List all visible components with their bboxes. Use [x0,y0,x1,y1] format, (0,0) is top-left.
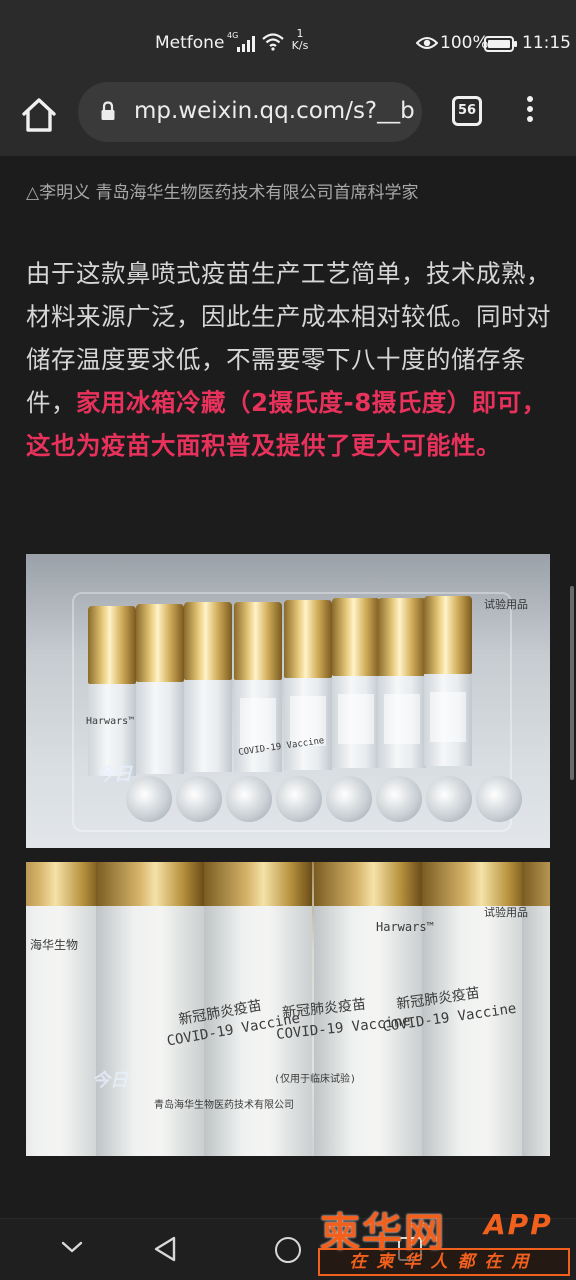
site-logo-overlay: 柬华网 APP 在柬华人都在用 [318,1200,570,1280]
browser-toolbar: mp.weixin.qq.com/s?__b 56 [0,82,576,156]
trial-use-tag: 试验用品 [484,906,528,919]
wifi-icon [262,33,284,51]
status-bar: Metfone 4G 1 K/s 100% 11:15 [0,0,576,82]
photo-caption: △李明义 青岛海华生物医药技术有限公司首席科学家 [26,183,419,203]
vial [332,598,380,768]
battery-percent: 100% [440,33,489,53]
paragraph-highlight: 家用冰箱冷藏（2摄氏度-8摄氏度）即可，这也为疫苗大面积普及提供了更大可能性。 [26,388,547,460]
vial-brand: Harwars™ [86,716,135,727]
menu-dot [527,116,533,122]
signal-icon [237,36,255,52]
net-speed-unit: K/s [291,39,309,52]
url-bar[interactable]: mp.weixin.qq.com/s?__b [78,82,422,142]
logo-slogan: 在柬华人都在用 [318,1248,570,1276]
back-triangle-icon[interactable] [152,1235,178,1263]
article-content: △李明义 青岛海华生物医药技术有限公司首席科学家 由于这款鼻喷式疫苗生产工艺简单… [0,156,576,1218]
vial [88,606,136,776]
eye-comfort-icon [416,37,438,49]
vial-maker: 青岛海华生物医药技术有限公司 [154,1100,294,1111]
vial-bottoms [126,776,546,830]
home-icon[interactable] [18,94,60,136]
vial-brand-cn: 海华生物 [30,938,79,952]
url-text[interactable]: mp.weixin.qq.com/s?__b [134,98,414,124]
more-menu-icon[interactable] [520,96,540,128]
menu-dot [527,96,533,102]
tv-watermark: 今日 [96,764,132,785]
vial-brand: Harwars™ [376,920,434,934]
article-paragraph: 由于这款鼻喷式疫苗生产工艺简单，技术成熟，材料来源广泛，因此生产成本相对较低。同… [26,252,554,467]
vial [378,598,426,768]
vial [184,602,232,772]
page-scrollbar[interactable] [570,586,574,780]
carrier-name: Metfone [155,33,225,53]
tab-switcher-button[interactable]: 56 [452,96,482,126]
vaccine-labels-photo[interactable]: 新冠肺炎疫苗 COVID-19 Vaccine 新冠肺炎疫苗 COVID-19 … [26,862,550,1156]
vial [424,596,472,766]
vial-label-note: (仅用于临床试验) [274,1074,357,1085]
home-circle-icon[interactable] [275,1237,301,1263]
menu-dot [527,106,533,112]
clock: 11:15 [522,33,571,53]
collapse-chevron-icon[interactable] [60,1239,84,1255]
lock-icon [101,101,115,120]
vial-closeup [26,862,104,1156]
vial [136,604,184,774]
vaccine-vials-photo[interactable]: COVID-19 Vaccine Harwars™ 今日 试验用品 [26,554,550,848]
trial-use-tag: 试验用品 [484,598,528,611]
battery-icon [484,36,517,52]
net-speed: 1 K/s [289,28,311,52]
logo-app-text: APP [484,1208,553,1241]
tv-watermark: 今日 [92,1070,128,1091]
